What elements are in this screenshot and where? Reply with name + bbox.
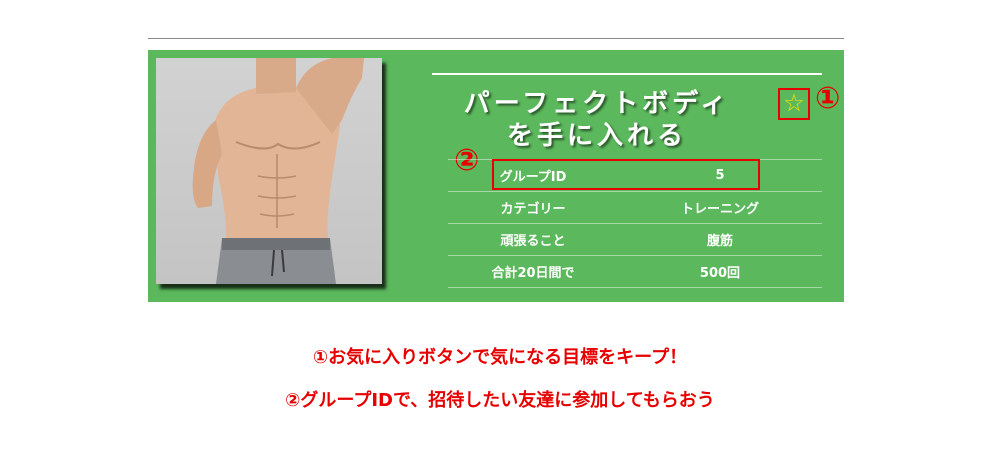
goal-title: パーフェクトボディ を手に入れる — [432, 88, 762, 152]
info-row-category: カテゴリー トレーニング — [448, 191, 822, 223]
info-label: カテゴリー — [500, 202, 566, 217]
goal-title-line-2: を手に入れる — [506, 121, 687, 151]
favorite-button[interactable]: ☆ — [778, 88, 810, 120]
info-row-effort: 頑張ること 腹筋 — [448, 223, 822, 255]
group-id-highlight — [492, 159, 760, 190]
info-value: 腹筋 — [706, 234, 733, 249]
star-outline-icon: ☆ — [783, 89, 805, 117]
info-label: 合計20日間で — [491, 266, 575, 281]
goal-card: パーフェクトボディ を手に入れる ☆ ① ② グループID 5 カテゴリー トレ… — [148, 50, 844, 302]
goal-photo — [156, 58, 382, 284]
info-value: 500回 — [699, 266, 741, 281]
callout-number-1: ① — [815, 81, 841, 116]
top-divider — [148, 38, 844, 39]
info-label: 頑張ること — [500, 234, 566, 249]
note-group-id: ②グループIDで、招待したい友達に参加してもらおう — [285, 390, 715, 411]
note-favorite: ①お気に入りボタンで気になる目標をキープ！ — [312, 347, 688, 368]
goal-title-line-1: パーフェクトボディ — [463, 89, 731, 119]
info-row-total: 合計20日間で 500回 — [448, 255, 822, 288]
info-value: トレーニング — [680, 202, 759, 217]
title-divider — [432, 73, 822, 75]
